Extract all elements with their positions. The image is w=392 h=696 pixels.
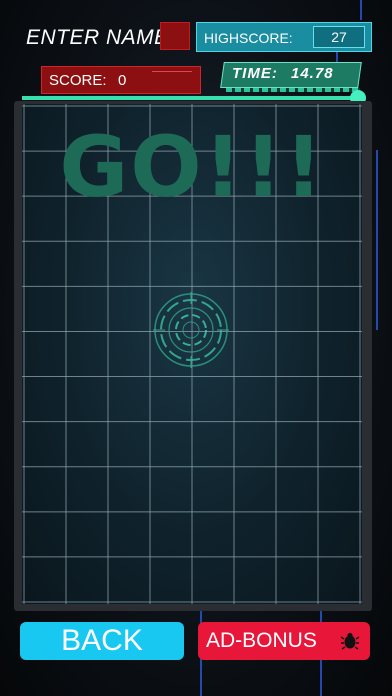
ad-bonus-label: AD-BONUS — [206, 629, 317, 652]
time-value: 14.78 — [291, 65, 334, 82]
timer-progress-bar — [22, 90, 366, 106]
back-button[interactable]: BACK — [20, 622, 184, 660]
time-stripe — [226, 88, 360, 92]
ad-bonus-button[interactable]: AD-BONUS — [198, 622, 370, 660]
time-label: TIME: — [232, 65, 278, 82]
highscore-label: HIGHSCORE: — [204, 30, 293, 46]
score-value: 0 — [118, 72, 127, 89]
game-board[interactable]: GO!!! — [22, 104, 362, 604]
decor-line — [376, 150, 378, 330]
score-label: SCORE: — [49, 72, 107, 89]
timer-progress-fill — [22, 96, 358, 100]
target-reticle-icon[interactable] — [151, 290, 231, 370]
highscore-panel: HIGHSCORE: 27 — [196, 22, 372, 52]
decor-line — [360, 0, 362, 20]
score-panel: SCORE: 0 — [41, 66, 201, 94]
time-readout: TIME: 14.78 — [232, 65, 334, 82]
go-message: GO!!! — [59, 118, 325, 216]
player-name-button[interactable]: ENTER NAME — [26, 26, 169, 50]
bug-icon — [340, 632, 360, 650]
decor-line — [152, 71, 192, 77]
decor-tag — [160, 22, 190, 50]
highscore-value: 27 — [313, 26, 365, 48]
